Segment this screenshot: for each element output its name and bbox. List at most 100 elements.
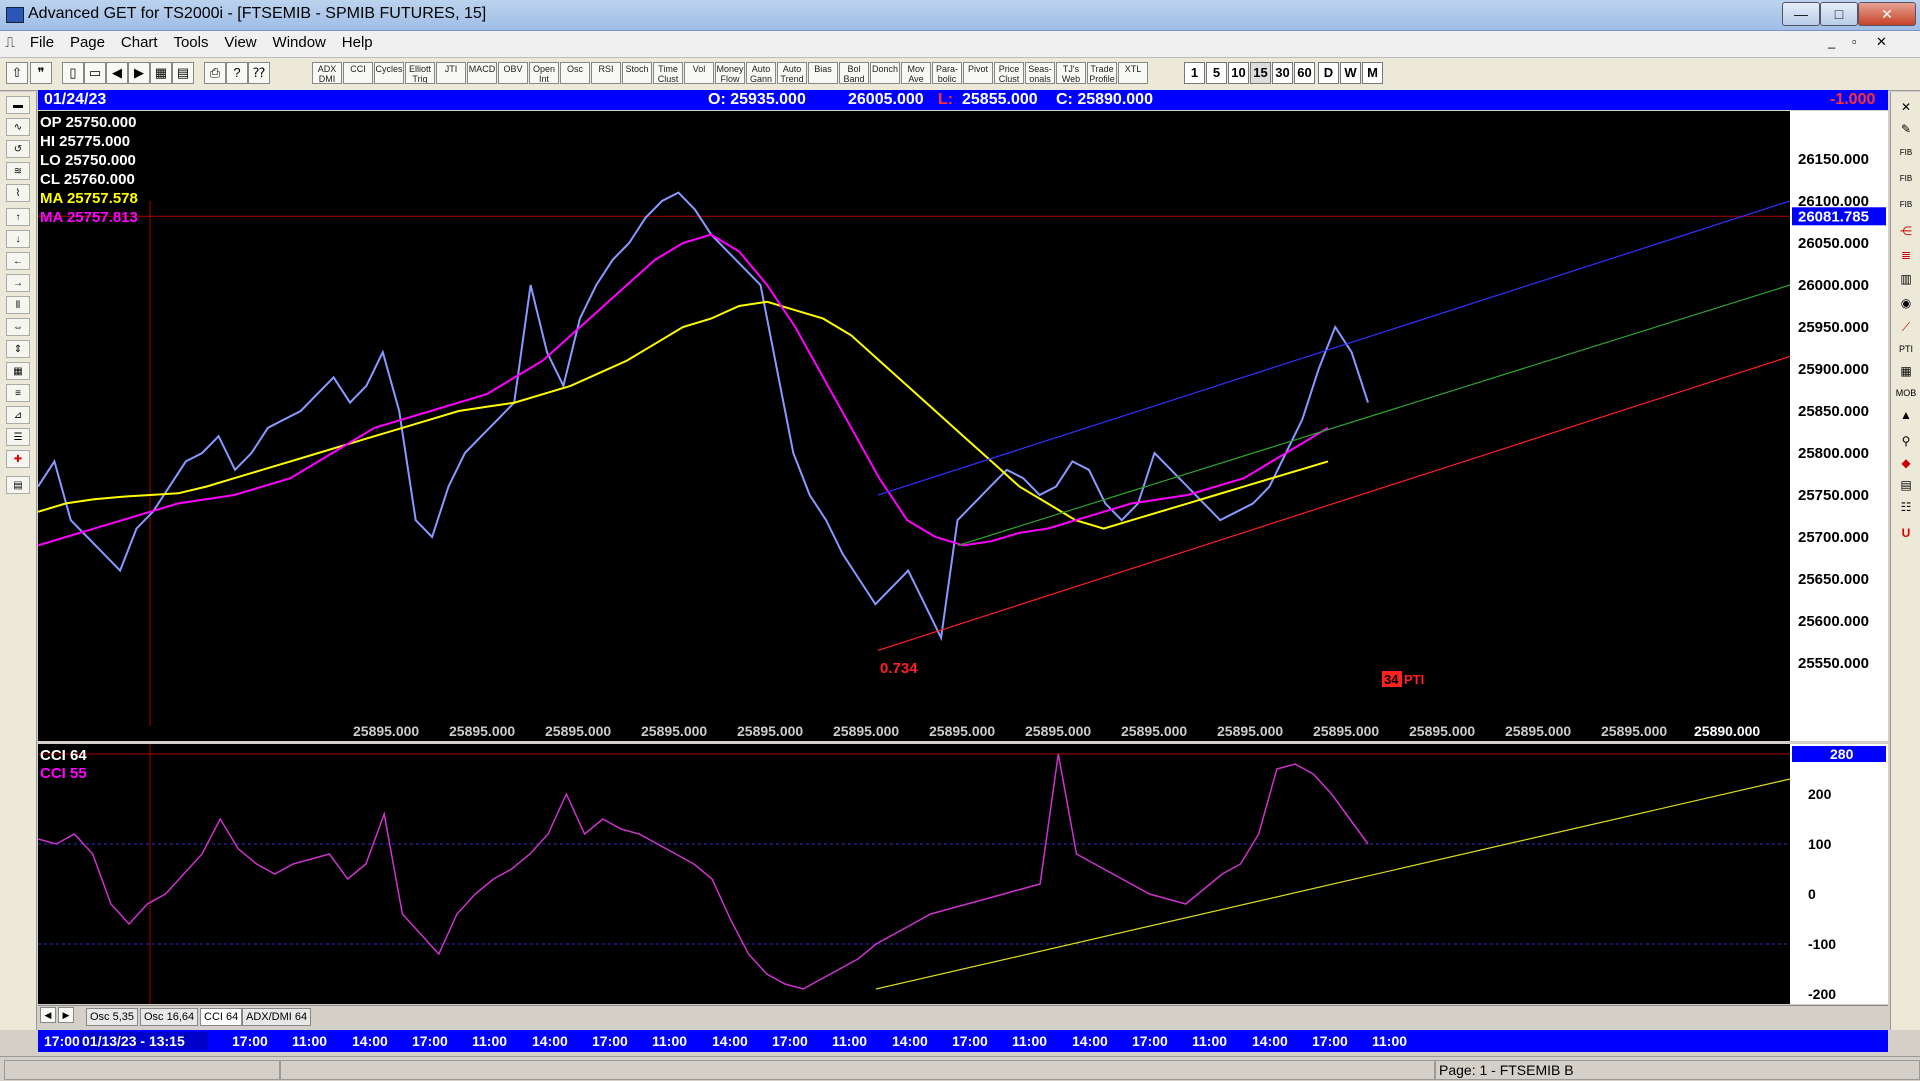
timeframe-1[interactable]: 1 <box>1184 62 1205 84</box>
back-icon[interactable]: ◀ <box>106 62 128 84</box>
menu-tools[interactable]: Tools <box>167 31 214 54</box>
fib-time-icon[interactable]: FIB <box>1895 196 1917 214</box>
fib-icon[interactable]: ☰ <box>6 428 30 446</box>
timeframe-5[interactable]: 5 <box>1206 62 1227 84</box>
triangle-icon[interactable]: ▲ <box>1895 406 1917 424</box>
cci-chart-svg[interactable]: CCI 64CCI 55 280 200 100 0 -100 -200 <box>37 744 1888 1004</box>
study-button-vol[interactable]: Vol <box>684 62 714 84</box>
menu-help[interactable]: Help <box>336 31 379 54</box>
bars-icon[interactable]: ⫴ <box>6 296 30 314</box>
study-button-osc[interactable]: Osc <box>560 62 590 84</box>
quote-icon[interactable]: ❞ <box>30 62 52 84</box>
new-page-icon[interactable]: ▯ <box>62 62 84 84</box>
study-button-seas-onals[interactable]: Seas-onals <box>1025 62 1055 84</box>
study-button-bias[interactable]: Bias <box>808 62 838 84</box>
price-chart[interactable]: OP 25750.000 HI 25775.000 LO 25750.000 CL 2… <box>37 111 1888 741</box>
timeframe-15[interactable]: 15 <box>1250 62 1271 84</box>
study-button-time-clust[interactable]: Time Clust <box>653 62 683 84</box>
help-icon[interactable]: ? <box>226 62 248 84</box>
gann-icon[interactable]: ⊿ <box>6 406 30 424</box>
study-button-money-flow[interactable]: Money Flow <box>715 62 745 84</box>
pencil-icon[interactable]: ✎ <box>1895 120 1917 138</box>
study-button-cci[interactable]: CCI <box>343 62 373 84</box>
child-close-icon[interactable]: ✕ <box>1876 34 1887 50</box>
elliott-icon[interactable]: ⌇ <box>6 184 30 202</box>
study-button-para-bolic[interactable]: Para-bolic <box>932 62 962 84</box>
lines-icon[interactable]: ≡ <box>6 384 30 402</box>
timeframe-10[interactable]: 10 <box>1228 62 1249 84</box>
study-button-bol-band[interactable]: Bol Band <box>839 62 869 84</box>
trend-icon[interactable]: ⟋ <box>1895 318 1917 336</box>
study-button-auto-gann[interactable]: Auto Gann <box>746 62 776 84</box>
pti-icon[interactable]: PTI <box>1895 340 1917 358</box>
study-button-trade-profile[interactable]: Trade Profile <box>1087 62 1117 84</box>
timeframe-30[interactable]: 30 <box>1272 62 1293 84</box>
cci-chart[interactable]: CCI 64 CCI 55 280 200 100 0 -100 -200 <box>37 744 1888 1004</box>
crosshair-icon[interactable]: ✚ <box>6 450 30 468</box>
forward-icon[interactable]: ▶ <box>128 62 150 84</box>
pointer-icon[interactable]: ⇧ <box>6 62 28 84</box>
study-button-adx-dmi[interactable]: ADX DMI <box>312 62 342 84</box>
tab-osc-5-35[interactable]: Osc 5,35 <box>86 1008 139 1026</box>
ellipse-icon[interactable]: ◉ <box>1895 294 1917 312</box>
compress-icon[interactable]: ⇕ <box>6 340 30 358</box>
menu-chart[interactable]: Chart <box>115 31 164 54</box>
print-icon[interactable]: ⎙ <box>204 62 226 84</box>
context-help-icon[interactable]: ⁇ <box>248 62 270 84</box>
grid-tool-icon[interactable]: ▥ <box>1895 270 1917 288</box>
marker-icon[interactable]: ◆ <box>1895 454 1917 472</box>
right-arrow-icon[interactable]: → <box>6 274 30 292</box>
ruler-icon[interactable]: ▤ <box>1895 476 1917 494</box>
study-button-mov-ave[interactable]: Mov Ave <box>901 62 931 84</box>
down-arrow-icon[interactable]: ↓ <box>6 230 30 248</box>
left-arrow-icon[interactable]: ← <box>6 252 30 270</box>
tab-scroll-right-icon[interactable]: ▶ <box>58 1007 74 1023</box>
timeframe-m[interactable]: M <box>1362 62 1383 84</box>
timeframe-w[interactable]: W <box>1340 62 1361 84</box>
timeframe-60[interactable]: 60 <box>1294 62 1315 84</box>
child-minimize-icon[interactable]: _ <box>1828 34 1835 49</box>
channel-icon[interactable]: ≣ <box>1895 246 1917 264</box>
close-button[interactable]: ✕ <box>1858 2 1916 26</box>
reset-icon[interactable]: ↺ <box>6 140 30 158</box>
study-button-rsi[interactable]: RSI <box>591 62 621 84</box>
menu-window[interactable]: Window <box>267 31 332 54</box>
study-button-pivot[interactable]: Pivot <box>963 62 993 84</box>
study-button-tj-s-web[interactable]: TJ's Web <box>1056 62 1086 84</box>
folder-icon[interactable]: ▬ <box>6 96 30 114</box>
study-button-elliott-trig[interactable]: Elliott Trig <box>405 62 435 84</box>
study-button-donch[interactable]: Donch <box>870 62 900 84</box>
study-button-jti[interactable]: JTI <box>436 62 466 84</box>
menu-page[interactable]: Page <box>64 31 111 54</box>
child-restore-icon[interactable]: ▫ <box>1852 34 1857 49</box>
fib-extension-icon[interactable]: FIB <box>1895 170 1917 188</box>
price-chart-svg[interactable]: OP 25750.000 HI 25775.000 LO 25750.000 CL 2… <box>37 111 1888 741</box>
study-button-obv[interactable]: OBV <box>498 62 528 84</box>
layout-icon[interactable]: ▤ <box>172 62 194 84</box>
study-button-open-int[interactable]: Open Int <box>529 62 559 84</box>
wave-tool-icon[interactable]: ∿ <box>6 118 30 136</box>
report-icon[interactable]: ▤ <box>6 476 30 494</box>
menu-view[interactable]: View <box>218 31 262 54</box>
mob-icon[interactable]: MOB <box>1895 384 1917 402</box>
new-chart-icon[interactable]: ▭ <box>84 62 106 84</box>
menu-file[interactable]: File <box>24 31 60 54</box>
zoom-icon[interactable]: ⚲ <box>1895 432 1917 450</box>
table-tool-icon[interactable]: ▦ <box>1895 362 1917 380</box>
close-tool-icon[interactable]: ✕ <box>1895 98 1917 116</box>
study-button-stoch[interactable]: Stoch <box>622 62 652 84</box>
maximize-button[interactable]: □ <box>1820 2 1858 26</box>
minimize-button[interactable]: — <box>1782 2 1820 26</box>
study-button-xtl[interactable]: XTL <box>1118 62 1148 84</box>
fan-icon[interactable]: ⋲ <box>1895 222 1917 240</box>
expand-icon[interactable]: ⇔ <box>6 318 30 336</box>
fib-retracement-icon[interactable]: FIB <box>1895 144 1917 162</box>
table-icon[interactable]: ▦ <box>6 362 30 380</box>
grid-icon[interactable]: ▦ <box>150 62 172 84</box>
tab-osc-16-64[interactable]: Osc 16,64 <box>140 1008 199 1026</box>
tab-adx-dmi-64[interactable]: ADX/DMI 64 <box>242 1008 312 1026</box>
tab-cci-64[interactable]: CCI 64 <box>200 1008 243 1026</box>
study-icon[interactable]: ≋ <box>6 162 30 180</box>
u-tool-icon[interactable]: U <box>1895 524 1917 542</box>
study-button-auto-trend[interactable]: Auto Trend <box>777 62 807 84</box>
